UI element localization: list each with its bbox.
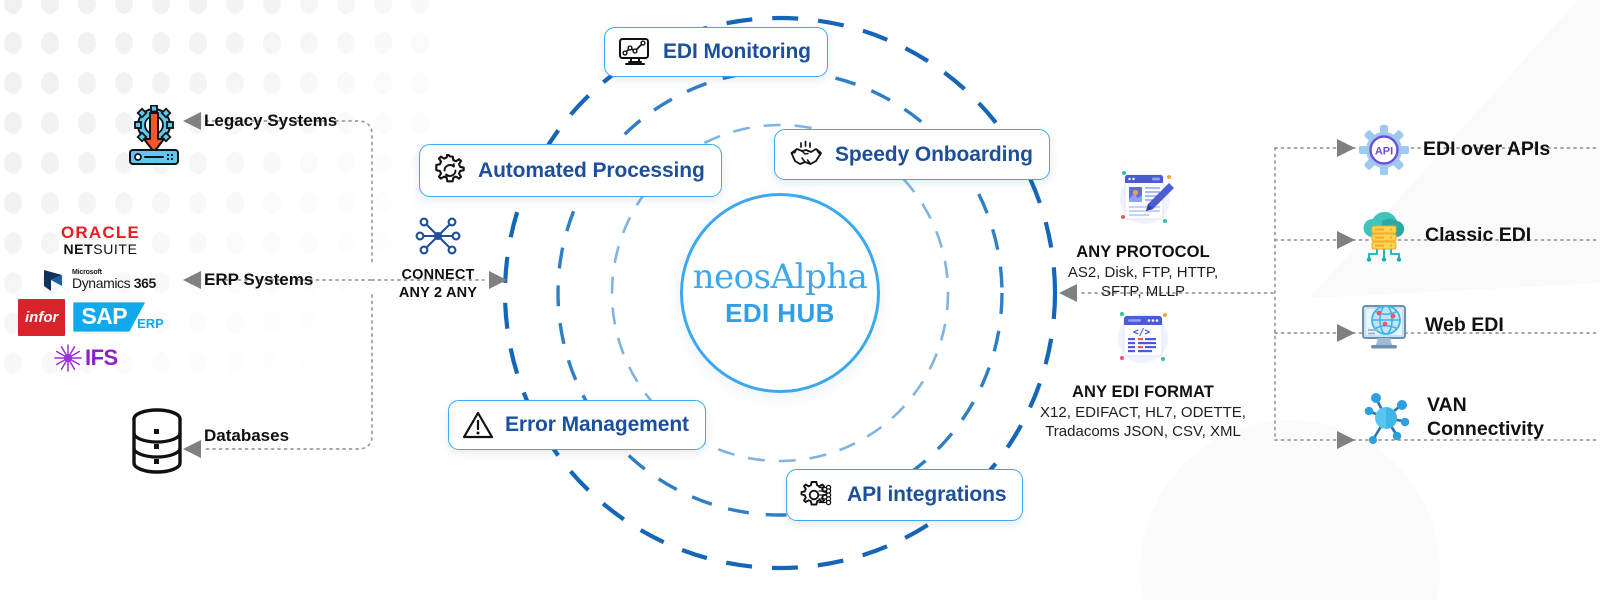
any-protocol-desc: AS2, Disk, FTP, HTTP, SFTP, MLLP [1067,264,1219,300]
background-circle-bottom-right [1140,420,1440,600]
ifs-logo-icon [54,343,82,372]
logo-sap-text: SAP [73,302,146,332]
netsuite-bold: NET [63,241,94,257]
right-item-classic-edi[interactable]: Classic EDI [1358,209,1531,263]
logo-sap-erp-suffix: ERP [137,315,164,331]
brand-name-text: neosΑlpha [692,257,868,297]
dynamics-main-text: Dynamics [72,275,131,291]
connect-any-2-any: CONNECT ANY 2 ANY [378,214,498,302]
logo-oracle-netsuite: ORACLE NETSUITE [18,224,183,259]
feature-label: Speedy Onboarding [835,142,1033,166]
logo-dynamics365: Microsoft Dynamics 365 [18,267,183,293]
netsuite-light: SUITE [93,241,138,257]
right-item-label: VAN Connectivity [1427,394,1545,440]
any-edi-format-block: </> ANY EDI FORMAT X12, EDIFACT, HL7, OD… [1028,305,1258,442]
feature-label: Error Management [505,413,689,436]
warning-triangle-icon [462,410,494,440]
brand-name: neosΑlpha [693,260,868,294]
any-edi-format-desc: X12, EDIFACT, HL7, ODETTE, Tradacoms JSO… [1040,404,1246,440]
left-item-label-erp: ERP Systems [204,270,314,289]
right-item-edi-over-apis[interactable]: API EDI over APIs [1358,124,1550,176]
dynamics-365-text: 365 [133,275,157,291]
logo-infor-text: infor [18,298,66,336]
connect-line1: CONNECT [401,267,475,283]
any-protocol-title: ANY PROTOCOL [1076,243,1210,261]
right-arrowheads [1337,139,1355,449]
cloud-server-icon [1363,211,1405,262]
network-nodes-icon [415,217,461,255]
gear-nodes-icon [800,479,836,511]
feature-pill-automated-processing[interactable]: Automated Processing [419,144,722,197]
feature-pill-edi-monitoring[interactable]: EDI Monitoring [604,27,828,77]
erp-logo-group: ORACLE NETSUITE Microsoft Dynamics 365 i… [18,224,183,372]
right-item-van-connectivity[interactable]: VAN Connectivity [1358,390,1544,446]
brand-subtitle: EDI HUB [725,298,835,328]
edi-hub-center: neosΑlpha EDI HUB [680,193,880,393]
monitor-chart-icon [618,37,652,67]
code-window-icon: </> [1118,312,1168,363]
logo-ifs-text: IFS [85,344,118,370]
database-cylinder-icon [126,406,188,481]
left-item-label-legacy: Legacy Systems [204,111,338,130]
logo-oracle-text: ORACLE [61,223,140,242]
dynamics-logo-icon [44,269,62,291]
connect-line2: ANY 2 ANY [398,285,478,302]
svg-text:API: API [1375,146,1393,158]
legacy-server-gear-icon [120,104,188,172]
logo-row-infor-sap: infor SAP ERP [18,298,183,336]
right-item-web-edi[interactable]: Web EDI [1358,300,1504,352]
api-gear-icon: API [1359,125,1409,175]
globe-monitor-icon [1362,305,1406,349]
feature-label: EDI Monitoring [663,40,811,63]
svg-text:</>: </> [1133,327,1150,338]
right-item-label: Web EDI [1425,314,1504,337]
feature-pill-api-integrations[interactable]: API integrations [786,469,1024,521]
any-protocol-block: ANY PROTOCOL AS2, Disk, FTP, HTTP, SFTP,… [1028,165,1258,302]
network-hub-icon [1364,393,1410,444]
feature-pill-speedy-onboarding[interactable]: Speedy Onboarding [774,129,1050,180]
feature-label: API integrations [847,483,1007,506]
gear-refresh-icon [433,154,467,187]
diagram-canvas: neosΑlpha EDI HUB EDI Monitoring Automat… [0,0,1600,600]
left-item-label-databases: Databases [204,426,290,445]
logo-netsuite-text: NETSUITE [18,241,183,259]
document-pen-icon [1120,171,1174,224]
any-edi-format-title: ANY EDI FORMAT [1072,383,1214,401]
right-item-label: EDI over APIs [1423,138,1551,161]
right-item-label: Classic EDI [1425,224,1532,247]
logo-ifs: IFS [18,343,183,372]
feature-pill-error-management[interactable]: Error Management [448,400,706,450]
feature-label: Automated Processing [478,158,705,182]
handshake-icon [788,139,824,170]
